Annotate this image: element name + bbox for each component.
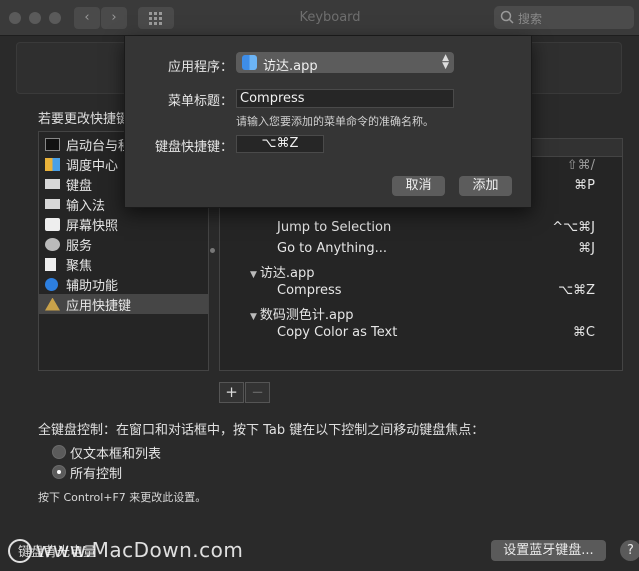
shortcut-row[interactable]: Jump to Selection ^⌥⌘J (277, 218, 595, 238)
window-title: Keyboard (299, 10, 361, 25)
application-popup[interactable]: 访达.app ▲ ▼ (236, 52, 454, 74)
add-button[interactable]: 添加 (459, 176, 512, 196)
disclosure-triangle-icon[interactable]: ▼ (250, 312, 257, 322)
shortcut-key: ⌘C (572, 325, 595, 340)
split-view-handle[interactable] (210, 248, 215, 253)
shortcut-field-label: 键盘快捷键： (154, 140, 233, 155)
shortcut-label: Go to Anything... (277, 241, 388, 256)
popup-arrows-icon: ▲ ▼ (442, 53, 449, 71)
screenshot-icon (45, 217, 60, 231)
title-bar: ‹ › Keyboard 搜索 (0, 0, 639, 36)
menu-title-label: 菜单标题： (167, 94, 233, 109)
full-keyboard-access-label: 全键盘控制：在窗口和对话框中，按下 Tab 键在以下控制之间移动键盘焦点： (38, 423, 485, 438)
search-field[interactable]: 搜索 (494, 6, 634, 29)
cancel-button[interactable]: 取消 (392, 176, 445, 196)
search-placeholder: 搜索 (518, 12, 543, 26)
shortcut-row[interactable]: Compress ⌥⌘Z (277, 281, 595, 301)
watermark-text: www.MacDown.com (36, 538, 244, 562)
category-app-shortcuts[interactable]: 应用快捷键 (39, 294, 208, 314)
gear-icon (45, 237, 60, 251)
menu-title-hint: 请输入您要添加的菜单命令的准确名称。 (236, 115, 434, 128)
launchpad-icon (45, 137, 60, 151)
chevron-right-icon: › (111, 10, 117, 25)
add-shortcut-button[interactable]: + (219, 382, 244, 403)
shortcut-key: ⇧⌘/ (566, 158, 595, 173)
shortcut-key: ^⌥⌘J (552, 220, 595, 235)
back-button[interactable]: ‹ (74, 7, 100, 29)
setup-bluetooth-keyboard-button[interactable]: 设置蓝牙键盘... (491, 540, 606, 561)
remove-shortcut-button[interactable]: − (245, 382, 270, 403)
app-shortcuts-icon (45, 297, 60, 311)
shortcut-key: ⌘J (578, 241, 595, 256)
radio-text-boxes-only[interactable] (52, 445, 66, 459)
shortcut-row[interactable]: Copy Color as Text ⌘C (277, 323, 595, 343)
shortcut-label: Copy Color as Text (277, 325, 398, 340)
accessibility-icon (45, 277, 58, 291)
zoom-window-button[interactable] (49, 12, 61, 24)
minimize-window-button[interactable] (29, 12, 41, 24)
spotlight-icon (45, 257, 56, 271)
category-screenshots[interactable]: 屏幕快照 (39, 214, 208, 234)
forward-button[interactable]: › (101, 7, 127, 29)
shortcut-label: Jump to Selection (277, 220, 392, 235)
app-group-label: 数码测色计.app (259, 308, 354, 323)
shortcut-key: ⌥⌘Z (558, 283, 595, 298)
app-group-row[interactable]: ▼ 数码测色计.app (250, 302, 595, 323)
chevron-left-icon: ‹ (84, 10, 90, 25)
app-field-label: 应用程序： (167, 60, 233, 75)
category-services[interactable]: 服务 (39, 234, 208, 254)
control-f7-hint: 按下 Control+F7 来更改此设置。 (38, 491, 207, 504)
category-spotlight[interactable]: 聚焦 (39, 254, 208, 274)
radio-all-controls-label: 所有控制 (70, 467, 123, 482)
add-shortcut-sheet: 应用程序： 访达.app ▲ ▼ 菜单标题： Compress 请输入您要添加的菜… (124, 36, 532, 208)
mission-control-icon (45, 157, 60, 171)
menu-title-input[interactable]: Compress (236, 89, 454, 108)
shortcut-key: ⌘P (574, 178, 595, 193)
app-group-label: 访达.app (259, 266, 315, 281)
category-accessibility[interactable]: 辅助功能 (39, 274, 208, 294)
finder-icon (242, 55, 257, 70)
help-button[interactable]: ? (620, 540, 639, 561)
input-method-icon (45, 199, 60, 209)
radio-all-controls[interactable] (52, 465, 66, 479)
watermark-logo-icon (8, 539, 32, 563)
application-popup-value: 访达.app (263, 59, 318, 74)
close-window-button[interactable] (9, 12, 21, 24)
shortcut-label: Compress (277, 283, 342, 298)
radio-text-boxes-only-label: 仅文本框和列表 (70, 447, 162, 462)
app-group-row[interactable]: ▼ 访达.app (250, 260, 595, 281)
disclosure-triangle-icon[interactable]: ▼ (250, 270, 257, 280)
shortcut-row[interactable]: Go to Anything... ⌘J (277, 239, 595, 259)
keyboard-shortcut-field[interactable]: ⌥⌘Z (236, 135, 324, 153)
keyboard-icon (45, 179, 60, 189)
search-icon (500, 10, 514, 24)
instruction-text: 若要更改快捷键 (38, 112, 130, 127)
show-all-button[interactable] (138, 7, 174, 29)
